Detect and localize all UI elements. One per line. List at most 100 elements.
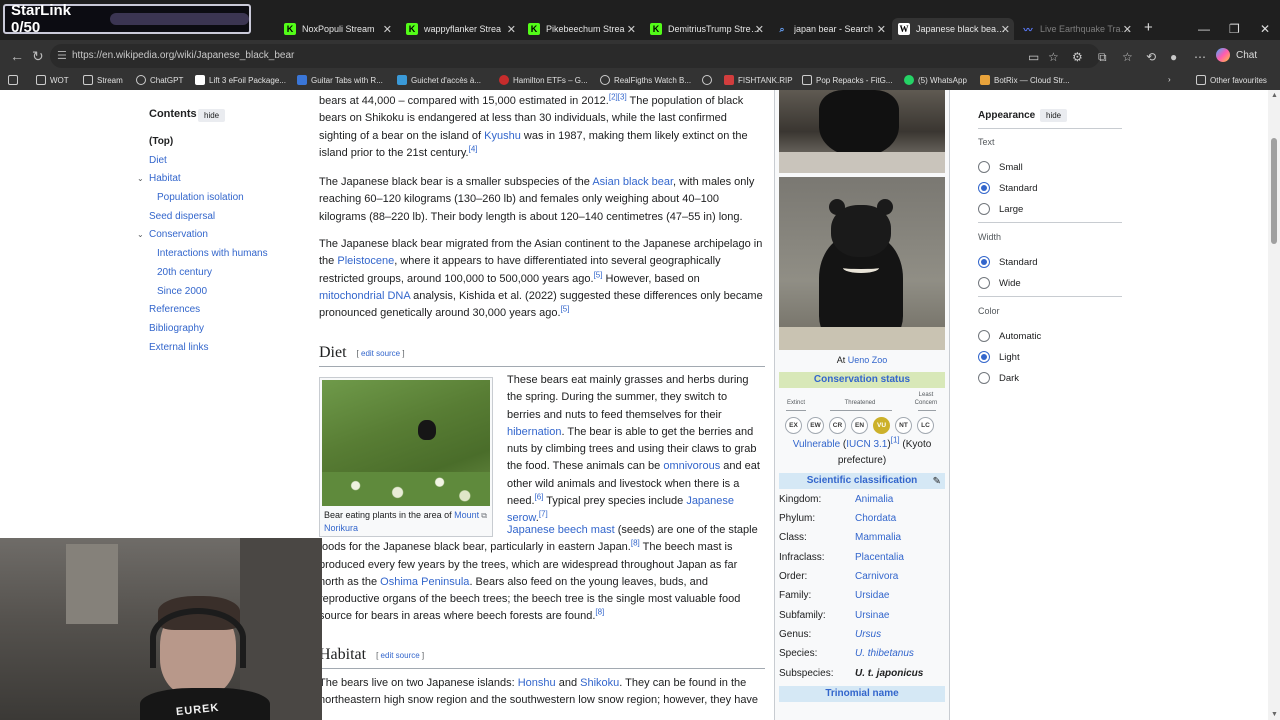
edit-source-text[interactable]: edit source — [381, 651, 420, 660]
bookmark-guichet[interactable]: Guichet d'accès à... — [397, 75, 481, 85]
window-close-icon[interactable]: ✕ — [1260, 22, 1270, 36]
minimize-icon[interactable]: — — [1198, 22, 1210, 36]
toc-item-references[interactable]: References — [149, 304, 200, 315]
radio-color-light[interactable]: Light — [978, 351, 1020, 363]
close-icon[interactable]: ✕ — [877, 23, 886, 36]
tab-noxpopuli[interactable]: K NoxPopuli Stream ✕ — [278, 18, 396, 40]
maximize-icon[interactable]: ❐ — [1229, 22, 1240, 36]
edit-source-link[interactable]: [ edit source ] — [357, 349, 405, 358]
new-tab-plus-icon[interactable]: + — [1144, 19, 1153, 36]
scrollbar-thumb[interactable] — [1271, 138, 1277, 244]
radio-button-selected[interactable] — [978, 182, 990, 194]
bookmark-fishtank[interactable]: FISHTANK.RIP — [724, 75, 793, 85]
back-arrow-icon[interactable]: ← — [10, 48, 24, 64]
bookmark-realfigths[interactable]: RealFigths Watch B... — [600, 75, 691, 85]
trinomial-name-heading[interactable]: Trinomial name — [779, 686, 945, 702]
radio-text-standard[interactable]: Standard — [978, 182, 1038, 194]
toc-item-seed-dispersal[interactable]: Seed dispersal — [149, 211, 215, 222]
bookmark-chatgpt[interactable]: ChatGPT — [136, 75, 183, 85]
citation-link[interactable]: [3] — [618, 92, 627, 101]
link-ursus[interactable]: Ursus — [855, 629, 881, 640]
radio-text-large[interactable]: Large — [978, 203, 1023, 215]
link-u-thibetanus[interactable]: U. thibetanus — [855, 648, 914, 659]
link-chordata[interactable]: Chordata — [855, 513, 896, 524]
link-ursidae[interactable]: Ursidae — [855, 590, 889, 601]
bookmark-stream[interactable]: Stream — [83, 75, 123, 85]
url-field[interactable]: ☰ https://en.wikipedia.org/wiki/Japanese… — [50, 44, 1100, 68]
toc-item-habitat[interactable]: Habitat — [149, 173, 181, 184]
bookmark-lift-efoil[interactable]: Lift 3 eFoil Package... — [195, 75, 286, 85]
scroll-down-arrow-icon[interactable]: ▼ — [1271, 711, 1278, 718]
tab-demitriustrump[interactable]: K DemitriusTrump Stream ✕ — [644, 18, 768, 40]
scroll-up-arrow-icon[interactable]: ▲ — [1271, 92, 1278, 99]
citation-link[interactable]: [4] — [469, 144, 478, 153]
close-icon[interactable]: ✕ — [755, 23, 764, 36]
appearance-hide-button[interactable]: hide — [1040, 109, 1068, 122]
close-icon[interactable]: ✕ — [383, 23, 392, 36]
citation-link[interactable]: [8] — [631, 539, 640, 548]
site-info-icon[interactable]: ☰ — [57, 44, 67, 68]
edit-source-text[interactable]: edit source — [361, 349, 400, 358]
chevron-down-icon[interactable]: ⌄ — [137, 230, 144, 239]
link-iucn[interactable]: IUCN 3.1 — [846, 439, 887, 450]
radio-button[interactable] — [978, 203, 990, 215]
citation-link[interactable]: [5] — [561, 305, 570, 314]
link-kyushu[interactable]: Kyushu — [484, 130, 521, 142]
tab-wappyflanker[interactable]: K wappyflanker Strea ✕ — [400, 18, 520, 40]
tab-live-earthquake-tracker[interactable]: 〰 Live Earthquake Tracke ✕ — [1016, 18, 1136, 40]
close-icon[interactable]: ✕ — [627, 23, 636, 36]
chevron-right-icon[interactable]: › — [1168, 75, 1171, 84]
radio-button[interactable] — [978, 330, 990, 342]
toc-item-external-links[interactable]: External links — [149, 342, 208, 353]
link-ursinae[interactable]: Ursinae — [855, 610, 889, 621]
link-hibernation[interactable]: hibernation — [507, 426, 561, 438]
toc-item-conservation[interactable]: Conservation — [149, 229, 208, 240]
toc-item-diet[interactable]: Diet — [149, 155, 167, 166]
bear-eating-plants-image[interactable] — [322, 380, 490, 506]
link-oshima-peninsula[interactable]: Oshima Peninsula — [380, 576, 469, 588]
favorites-icon[interactable]: ☆ — [1122, 50, 1133, 64]
link-pleistocene[interactable]: Pleistocene — [337, 255, 394, 267]
tab-pikebeechum[interactable]: K Pikebeechum Strea ✕ — [522, 18, 640, 40]
link-asian-black-bear[interactable]: Asian black bear — [592, 176, 673, 188]
link-carnivora[interactable]: Carnivora — [855, 571, 898, 582]
link-omnivorous[interactable]: omnivorous — [663, 460, 720, 472]
radio-width-wide[interactable]: Wide — [978, 277, 1021, 289]
citation-link[interactable]: [7] — [539, 510, 548, 519]
close-icon[interactable]: ✕ — [1001, 23, 1010, 36]
profile-avatar-icon[interactable]: ● — [1170, 50, 1177, 64]
link-ueno-zoo[interactable]: Ueno Zoo — [848, 355, 888, 365]
toc-item-interactions-with-humans[interactable]: Interactions with humans — [157, 248, 268, 259]
radio-button[interactable] — [978, 277, 990, 289]
toc-item-population-isolation[interactable]: Population isolation — [157, 192, 244, 203]
link-mammalia[interactable]: Mammalia — [855, 532, 901, 543]
favorite-star-icon[interactable]: ☆ — [1048, 50, 1059, 64]
close-icon[interactable]: ✕ — [1123, 23, 1132, 36]
copilot-chat-button[interactable]: Chat — [1216, 48, 1257, 62]
toc-hide-button[interactable]: hide — [198, 109, 226, 122]
link-japanese-beech-mast[interactable]: Japanese beech mast — [507, 524, 615, 536]
link-placentalia[interactable]: Placentalia — [855, 552, 904, 563]
radio-text-small[interactable]: Small — [978, 161, 1023, 173]
toc-item-top[interactable]: (Top) — [149, 136, 173, 147]
scientific-classification-heading[interactable]: Scientific classification ✎ — [779, 473, 945, 489]
reading-view-icon[interactable]: ▭ — [1028, 50, 1039, 64]
radio-button[interactable] — [978, 372, 990, 384]
other-favourites[interactable]: Other favourites — [1196, 75, 1267, 85]
split-screen-icon[interactable]: ⧉ — [1098, 50, 1107, 65]
bookmark-guitar-tabs[interactable]: Guitar Tabs with R... — [297, 75, 383, 85]
close-icon[interactable]: ✕ — [507, 23, 516, 36]
link-shikoku[interactable]: Shikoku — [580, 677, 619, 689]
bookmark-globe[interactable] — [702, 75, 716, 85]
refresh-icon[interactable]: ↻ — [32, 48, 44, 65]
radio-button-selected[interactable] — [978, 351, 990, 363]
conservation-status-heading[interactable]: Conservation status — [779, 372, 945, 388]
tab-japanese-black-bear[interactable]: W Japanese black bear - W ✕ — [892, 18, 1014, 40]
radio-button-selected[interactable] — [978, 256, 990, 268]
bookmark-botrix[interactable]: BotRix — Cloud Str... — [980, 75, 1070, 85]
bookmarks-icon[interactable] — [8, 75, 22, 85]
infobox-bear-image-top[interactable] — [779, 90, 945, 173]
link-animalia[interactable]: Animalia — [855, 494, 893, 505]
extensions-icon[interactable]: ⚙ — [1072, 50, 1083, 64]
radio-color-dark[interactable]: Dark — [978, 372, 1019, 384]
